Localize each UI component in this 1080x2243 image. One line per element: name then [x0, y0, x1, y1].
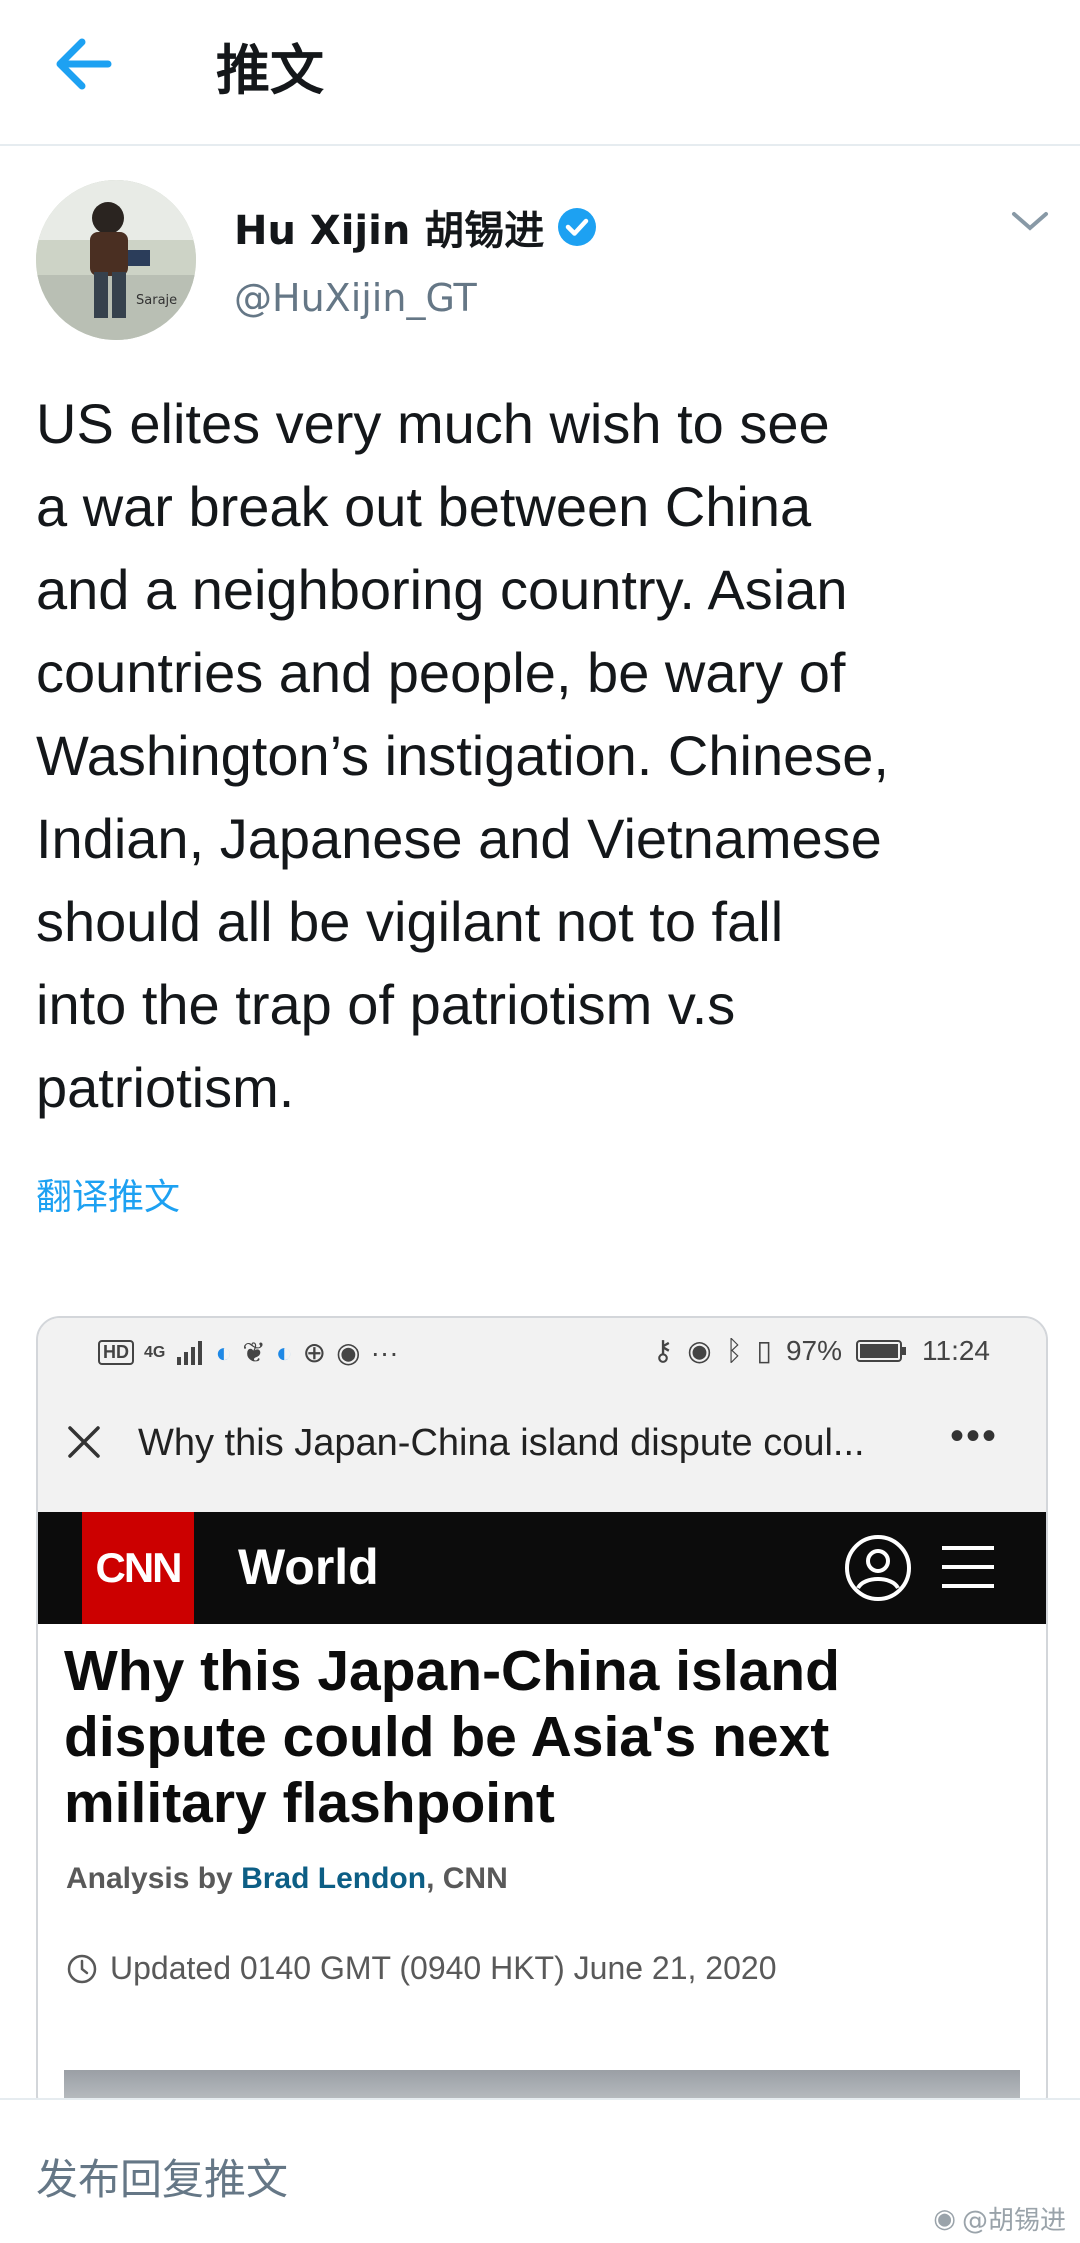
battery-percent: 97%: [785, 1334, 842, 1366]
hamburger-menu-icon[interactable]: [940, 1542, 996, 1592]
user-account-icon[interactable]: [844, 1534, 912, 1602]
article-updated: Updated 0140 GMT (0940 HKT) June 21, 202…: [66, 1950, 776, 1987]
clock-icon: [67, 1954, 97, 1983]
translate-tweet-link[interactable]: 翻译推文: [36, 1168, 180, 1220]
cnn-section-title[interactable]: World: [238, 1538, 379, 1596]
weibo-icon: ◉: [336, 1337, 361, 1368]
watermark-text: @胡锡进: [961, 2206, 1066, 2236]
page-title: 推文: [216, 39, 324, 102]
browser-more-button[interactable]: •••: [950, 1414, 998, 1459]
avatar-image: Saraje: [36, 180, 196, 340]
chevron-down-icon: [1012, 212, 1048, 231]
app-icon: ◐: [275, 1336, 293, 1368]
phone-status-bar: HD 4G ◐ ❦ ◐ ⊕ ◉ ··· ⚷ ◉ ᛒ ▯ 97% 11:24: [38, 1318, 1046, 1388]
reply-bar: 发布回复推文 ◉ @胡锡进: [0, 2098, 1080, 2243]
tweet-menu-button[interactable]: [1008, 206, 1052, 236]
top-bar: 推文: [0, 0, 1080, 146]
watermark: ◉ @胡锡进: [933, 2200, 1066, 2237]
tweet-text: US elites very much wish to see a war br…: [36, 392, 889, 1119]
globe-icon: ⊕: [302, 1337, 327, 1368]
cnn-header: CNN World: [38, 1512, 1046, 1624]
bluetooth-icon: ᛒ: [725, 1334, 743, 1366]
app-icon: ◐: [215, 1336, 233, 1368]
author-handle[interactable]: @HuXijin_GT: [234, 276, 477, 320]
svg-text:Saraje: Saraje: [136, 293, 177, 308]
verified-badge-icon: [558, 208, 597, 246]
battery-icon: [856, 1339, 906, 1362]
key-icon: ⚷: [652, 1335, 674, 1366]
byline-suffix: , CNN: [426, 1862, 508, 1895]
signal-icon: 4G: [144, 1343, 166, 1361]
wechat-icon: ❦: [242, 1337, 266, 1368]
avatar[interactable]: Saraje: [36, 180, 196, 340]
browser-page-title: Why this Japan-China island dispute coul…: [138, 1422, 865, 1464]
vibrate-icon: ▯: [756, 1335, 772, 1366]
back-button[interactable]: [48, 28, 128, 100]
byline-prefix: Analysis by: [66, 1862, 242, 1895]
updated-timestamp: Updated 0140 GMT (0940 HKT) June 21, 202…: [110, 1950, 777, 1986]
tweet-media-card[interactable]: HD 4G ◐ ❦ ◐ ⊕ ◉ ··· ⚷ ◉ ᛒ ▯ 97% 11:24 Wh…: [36, 1316, 1048, 2120]
more-notifications-icon: ···: [370, 1336, 399, 1368]
browser-toolbar: Why this Japan-China island dispute coul…: [38, 1388, 1046, 1512]
eye-icon: ◉: [687, 1335, 712, 1366]
author-name-row[interactable]: Hu Xijin 胡锡进: [234, 198, 598, 256]
close-icon[interactable]: [64, 1422, 104, 1462]
hd-icon: HD: [98, 1340, 134, 1365]
weibo-icon: ◉: [933, 2203, 956, 2234]
article-byline: Analysis by Brad Lendon, CNN: [66, 1862, 508, 1896]
arrow-left-icon: [56, 38, 112, 90]
cnn-logo[interactable]: CNN: [82, 1512, 194, 1624]
byline-author-link[interactable]: Brad Lendon: [241, 1862, 426, 1895]
article-headline: Why this Japan-China island dispute coul…: [64, 1639, 840, 1835]
reply-input[interactable]: 发布回复推文: [36, 2146, 288, 2207]
signal-bars-icon: [177, 1340, 203, 1365]
clock-time: 11:24: [922, 1334, 990, 1366]
author-name: Hu Xijin 胡锡进: [234, 208, 545, 254]
